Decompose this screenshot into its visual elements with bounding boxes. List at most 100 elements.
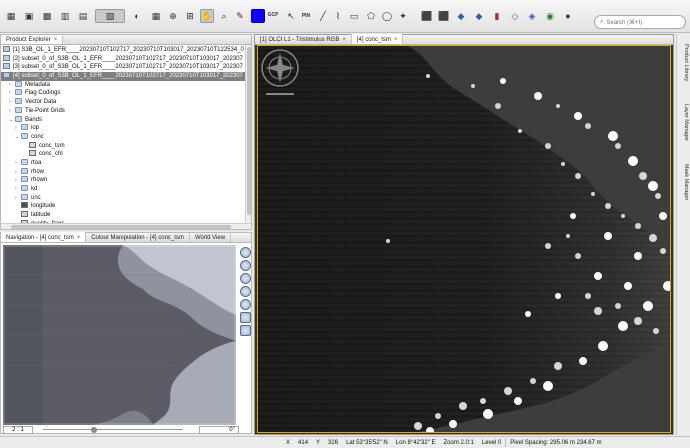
batch-processing-icon[interactable]: ◆ xyxy=(454,9,468,23)
color-swatch-icon[interactable] xyxy=(251,9,265,23)
profile-plot-icon[interactable]: ◈ xyxy=(525,9,539,23)
raster-icon[interactable]: ◆ xyxy=(472,9,486,23)
zoom-all-icon[interactable] xyxy=(239,299,251,310)
folder-icon xyxy=(21,193,28,200)
tab-olci-rgb[interactable]: [1] OLCI L1 - Tristimulus RGB × xyxy=(255,34,352,44)
folder-icon xyxy=(21,185,28,191)
tree-node-tie-point-grids[interactable]: › Tie-Point Grids xyxy=(1,106,251,116)
layer-icon[interactable]: ◐ xyxy=(130,9,144,23)
tab-product-library[interactable]: Product Library xyxy=(679,44,689,81)
grid-view-icon[interactable]: ▦ xyxy=(4,9,18,23)
product-item-4[interactable]: [4] subset_0_of_S3B_OL_1_EFR____20230710… xyxy=(1,72,251,81)
pin-manager-icon[interactable]: PIN xyxy=(299,9,313,23)
pin-tool-icon[interactable]: ✎ xyxy=(233,9,247,23)
map-view-icon[interactable]: ▩ xyxy=(40,9,54,23)
tree-node-iop[interactable]: › iop xyxy=(1,124,251,133)
search-placeholder: Search (⌘+I) xyxy=(606,19,643,26)
tab-product-explorer[interactable]: Product Explorer × xyxy=(1,35,64,44)
overlay-toggle-button[interactable]: ▧ xyxy=(95,9,125,23)
tree-node-flag-codings[interactable]: › Flag Codings xyxy=(1,89,251,98)
tab-mask-manager[interactable]: Mask Manager xyxy=(679,164,689,200)
polygon-tool-icon[interactable]: ⬠ xyxy=(364,9,378,23)
zoom-slider[interactable] xyxy=(43,426,183,434)
tab-navigation[interactable]: Navigation - [4] conc_tsm × xyxy=(1,232,87,242)
tree-node-unc[interactable]: › unc xyxy=(1,193,251,203)
product-item-2[interactable]: [2] subset_0_of_S3B_OL_1_EFR____20230710… xyxy=(1,54,251,64)
tree-node-vector-data[interactable]: › Vector Data xyxy=(1,98,251,107)
time-series-icon[interactable]: ◉ xyxy=(543,9,557,23)
pixel-spacing-readout: Pixel Spacing: 295.06 m 234.67 m xyxy=(510,439,602,446)
node-label: unc xyxy=(31,194,41,201)
scrollbar-thumb[interactable] xyxy=(247,47,251,215)
search-field[interactable]: ⌕ Search (⌘+I) xyxy=(594,15,686,29)
sync-views-icon[interactable] xyxy=(239,312,251,323)
spectrum-icon[interactable]: ▤ xyxy=(76,9,90,23)
histogram-icon[interactable]: ▥ xyxy=(58,9,72,23)
tree-node-rtoa[interactable]: › rtoa xyxy=(1,158,251,168)
graph-builder-icon[interactable]: ⬛ xyxy=(437,9,451,23)
tab-layer-manager[interactable]: Layer Manager xyxy=(679,104,689,141)
tree-node-conc-tsm[interactable]: conc_tsm xyxy=(1,141,251,151)
tab-world-view[interactable]: World View xyxy=(190,232,232,242)
slider-knob[interactable] xyxy=(91,426,98,433)
magic-wand-icon[interactable]: ✦ xyxy=(396,9,410,23)
tree-node-conc-chl[interactable]: conc_chl xyxy=(1,150,251,159)
tree-node-conc[interactable]: ⌄ conc xyxy=(1,132,251,142)
zoom-in-icon[interactable] xyxy=(239,247,251,258)
pan-tool-icon[interactable]: ✋ xyxy=(200,9,214,23)
vertical-scrollbar[interactable] xyxy=(245,45,251,223)
tree-node-metadata[interactable]: › Metadata xyxy=(1,80,251,90)
image-editor-area: [1] OLCI L1 - Tristimulus RGB × [4] conc… xyxy=(254,34,674,435)
scrollbar-thumb[interactable] xyxy=(11,225,231,229)
line-tool-icon[interactable]: ╱ xyxy=(316,9,330,23)
folder-icon xyxy=(21,176,28,183)
processor-icon[interactable]: ⬛ xyxy=(420,9,434,23)
world-map-icon[interactable]: ● xyxy=(561,9,575,23)
node-label: Metadata xyxy=(25,81,51,88)
zoom-default-icon[interactable] xyxy=(239,286,251,297)
close-icon[interactable]: × xyxy=(77,235,81,241)
tree-node-bands[interactable]: ⌄ Bands xyxy=(1,115,251,125)
zoom-factor-field[interactable]: 2 : 1 xyxy=(3,425,33,434)
zoom-pixel-icon[interactable] xyxy=(239,273,251,284)
tab-conc-tsm[interactable]: [4] conc_tsm × xyxy=(351,34,404,44)
polyline-tool-icon[interactable]: ⌇ xyxy=(331,9,345,23)
node-label: kd xyxy=(31,186,38,192)
gcp-tool-icon[interactable]: GCP xyxy=(266,8,280,22)
product-item-1[interactable]: [1] S3B_OL_1_EFR____20230710T102717_2023… xyxy=(1,46,251,55)
sync-cursor-icon[interactable] xyxy=(239,325,251,336)
sync-view-icon[interactable]: ⊞ xyxy=(183,9,197,23)
close-icon[interactable]: × xyxy=(342,37,346,43)
ellipse-tool-icon[interactable]: ◯ xyxy=(380,9,394,23)
tree-node-latitude[interactable]: latitude xyxy=(1,211,251,220)
navigation-overview-image[interactable] xyxy=(3,245,236,425)
rectangle-tool-icon[interactable]: ▭ xyxy=(347,9,361,23)
scatter-icon[interactable]: ◇ xyxy=(508,9,522,23)
table-icon[interactable]: ▦ xyxy=(149,9,163,23)
product-item-3[interactable]: [3] subset_0_of_S3B_OL_1_EFR____20230710… xyxy=(1,63,251,72)
level-readout: Level 0 xyxy=(481,439,502,446)
slider-track xyxy=(43,429,183,430)
zoom-tool-icon[interactable]: ⌕ xyxy=(217,9,231,23)
close-icon[interactable]: × xyxy=(394,37,398,43)
conc-tsm-image-view[interactable] xyxy=(257,45,671,433)
tree-node-kd[interactable]: › kd xyxy=(1,185,251,194)
tree-node-longitude[interactable]: longitude xyxy=(1,202,251,211)
sync-cursor-icon[interactable]: ⊕ xyxy=(166,9,180,23)
image-view-icon[interactable]: ▣ xyxy=(22,9,36,23)
product-tree: [1] S3B_OL_1_EFR____20230710T102717_2023… xyxy=(1,45,251,229)
folder-icon xyxy=(15,89,22,96)
folder-icon xyxy=(15,98,22,105)
zoom-out-icon[interactable] xyxy=(239,260,251,271)
tab-colour-manipulation[interactable]: Colour Manipulation - [4] conc_tsm xyxy=(86,232,190,242)
x-value: 414 xyxy=(298,439,309,446)
horizontal-scrollbar[interactable] xyxy=(1,223,251,229)
tree-node-rhown[interactable]: › rhown xyxy=(1,176,251,185)
y-label: Y xyxy=(316,439,321,446)
statistics-icon[interactable]: ▮ xyxy=(490,9,504,23)
product-explorer-panel: Product Explorer × [1] S3B_OL_1_EFR____2… xyxy=(0,34,252,230)
tree-node-rhow[interactable]: › rhow xyxy=(1,167,251,177)
select-tool-icon[interactable]: ↖ xyxy=(284,9,298,23)
close-icon[interactable]: × xyxy=(54,37,58,43)
rotation-angle-field[interactable]: 0° xyxy=(199,425,239,434)
